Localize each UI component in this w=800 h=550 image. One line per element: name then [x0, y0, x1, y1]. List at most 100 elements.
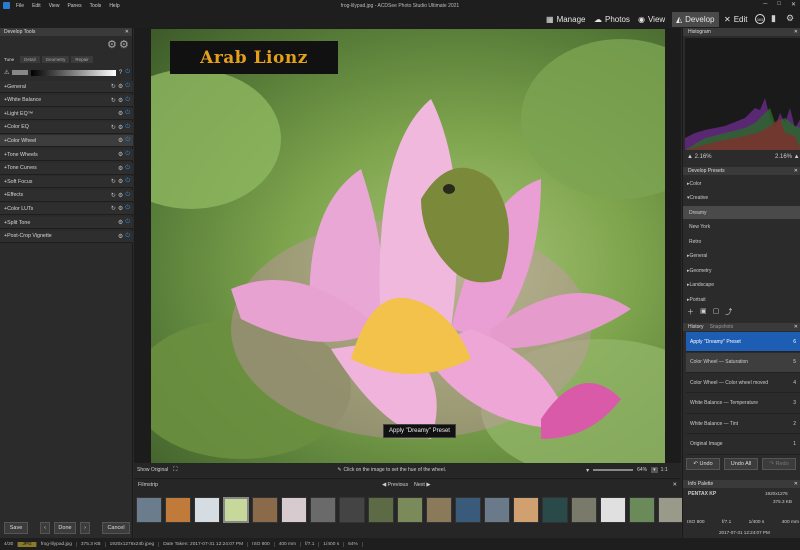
filmstrip-thumbnail[interactable]: [339, 497, 365, 523]
power-icon[interactable]: ⏻: [125, 124, 130, 131]
expand-icon[interactable]: ⛶: [173, 467, 177, 474]
tool-post-crop-vignette[interactable]: + Post-Crop Vignette ⚙ ⏻: [0, 230, 133, 243]
filmstrip-thumbnail[interactable]: [455, 497, 481, 523]
menu-tools[interactable]: Tools: [90, 3, 102, 9]
power-icon[interactable]: ⏻: [125, 165, 130, 172]
filmstrip-next[interactable]: Next ▶: [414, 482, 430, 488]
filmstrip-thumbnail[interactable]: [310, 497, 336, 523]
tool-color-eq[interactable]: + Color EQ ↻ ⚙ ⏻: [0, 121, 133, 134]
power-icon[interactable]: ⏻: [125, 233, 130, 240]
power-icon[interactable]: ⏻: [125, 151, 130, 158]
filmstrip-thumbnail[interactable]: [223, 497, 249, 523]
zoom-slider[interactable]: [593, 469, 634, 471]
settings-icon[interactable]: ⚙: [786, 13, 794, 24]
tab-tune[interactable]: Tune: [0, 56, 18, 63]
reset-icon[interactable]: ↻: [111, 124, 116, 131]
done-button[interactable]: Done: [54, 522, 76, 534]
history-item[interactable]: White Balance — Tint 2: [686, 414, 800, 434]
power-icon[interactable]: ⏻: [125, 178, 130, 185]
menu-edit[interactable]: Edit: [32, 3, 41, 9]
tool-light-eq[interactable]: + Light EQ™ ⚙ ⏻: [0, 108, 133, 121]
filmstrip-thumbnail[interactable]: [542, 497, 568, 523]
filmstrip-thumbnail[interactable]: [658, 497, 684, 523]
prev-image-button[interactable]: ‹: [40, 522, 50, 534]
gear-icon[interactable]: ⚙: [118, 178, 123, 185]
gear-icon[interactable]: ⚙: [118, 110, 123, 117]
preset-general[interactable]: ▸ General: [683, 250, 800, 263]
photo[interactable]: Arab Lionz Apply "Dreamy" Preset: [151, 29, 665, 463]
tool-effects[interactable]: + Effects ↻ ⚙ ⏻: [0, 189, 133, 202]
redo-button[interactable]: ↷ Redo: [762, 458, 796, 470]
gear-icon[interactable]: ⚙: [118, 205, 123, 212]
filmstrip-thumbnail[interactable]: [426, 497, 452, 523]
gear-icon[interactable]: ⚙: [118, 233, 123, 240]
settings-gear-icon[interactable]: ⚙: [107, 38, 117, 51]
power-icon[interactable]: ⏻: [125, 137, 130, 144]
power-icon[interactable]: ⏻: [125, 192, 130, 199]
filmstrip-thumbnail[interactable]: [252, 497, 278, 523]
minimize-icon[interactable]: ─: [763, 1, 767, 8]
filmstrip-thumbnail[interactable]: [165, 497, 191, 523]
reset-icon[interactable]: ↻: [111, 83, 116, 90]
preset-color[interactable]: ▸ Color: [683, 177, 800, 190]
tool-color-luts[interactable]: + Color LUTs ↻ ⚙ ⏻: [0, 203, 133, 216]
mode-view[interactable]: ◉ View: [634, 12, 669, 27]
history-item[interactable]: White Balance — Temperature 3: [686, 394, 800, 414]
close-icon[interactable]: ✕: [791, 1, 796, 8]
tool-color-wheel[interactable]: + Color Wheel ⚙ ⏻: [0, 135, 133, 148]
slider-icon[interactable]: [12, 70, 29, 75]
menu-view[interactable]: View: [49, 3, 60, 9]
gear-icon[interactable]: ⚙: [118, 219, 123, 226]
tab-snapshots[interactable]: Snapshots: [710, 324, 734, 330]
delete-preset-icon[interactable]: ▢: [713, 307, 720, 317]
presets-close-icon[interactable]: ✕: [794, 168, 798, 174]
preset-new-york[interactable]: New York: [683, 221, 800, 234]
reset-icon[interactable]: ↻: [111, 178, 116, 185]
history-close-icon[interactable]: ✕: [794, 324, 798, 330]
cancel-button[interactable]: Cancel: [102, 522, 130, 534]
tool-general[interactable]: + General ↻ ⚙ ⏻: [0, 81, 133, 93]
mode-develop[interactable]: ◭ Develop: [672, 12, 719, 27]
power-icon[interactable]: ⏻: [125, 205, 130, 212]
preset-portrait[interactable]: ▸ Portrait: [683, 293, 800, 306]
filmstrip-thumbnail[interactable]: [629, 497, 655, 523]
histogram-close-icon[interactable]: ✕: [794, 29, 798, 35]
zoom-level[interactable]: 64%: [637, 467, 647, 473]
add-preset-icon[interactable]: ＋: [687, 307, 694, 317]
filmstrip-thumbnail[interactable]: [600, 497, 626, 523]
tab-repair[interactable]: Repair: [71, 56, 93, 63]
preset-geometry[interactable]: ▸ Geometry: [683, 264, 800, 277]
gear-icon[interactable]: ⚙: [118, 83, 123, 90]
menu-file[interactable]: File: [16, 3, 24, 9]
undo-all-button[interactable]: Undo All: [724, 458, 758, 470]
preset-landscape[interactable]: ▸ Landscape: [683, 279, 800, 292]
menu-panes[interactable]: Panes: [67, 3, 81, 9]
ratio-button[interactable]: 1:1: [661, 467, 668, 473]
sixty-five-icon[interactable]: 365: [755, 14, 765, 24]
tab-geometry[interactable]: Geometry: [41, 56, 70, 63]
image-viewer[interactable]: Arab Lionz Apply "Dreamy" Preset: [134, 28, 681, 463]
next-image-button[interactable]: ›: [80, 522, 90, 534]
gear-icon[interactable]: ⚙: [118, 137, 123, 144]
filmstrip-close-icon[interactable]: ✕: [673, 482, 677, 488]
warning-icon[interactable]: ⚠: [4, 69, 9, 76]
history-item[interactable]: Color Wheel — Color wheel moved 4: [686, 373, 800, 393]
tool-white-balance[interactable]: + White Balance ↻ ⚙ ⏻: [0, 94, 133, 107]
save-button[interactable]: Save: [4, 522, 28, 534]
tool-soft-focus[interactable]: + Soft Focus ↻ ⚙ ⏻: [0, 176, 133, 189]
zoom-dropdown-icon[interactable]: ▾: [651, 467, 658, 473]
filmstrip-prev[interactable]: ◀ Previous: [382, 482, 408, 488]
tab-detail[interactable]: Detail: [20, 56, 40, 63]
tool-tone-wheels[interactable]: + Tone Wheels ⚙ ⏻: [0, 149, 133, 161]
zoom-down-icon[interactable]: ▾: [586, 467, 589, 474]
gear-icon[interactable]: ⚙: [118, 192, 123, 199]
filmstrip-thumbnail[interactable]: [368, 497, 394, 523]
filmstrip-thumbnail[interactable]: [281, 497, 307, 523]
presets-gear-icon[interactable]: ⚙: [119, 38, 129, 51]
gear-icon[interactable]: ⚙: [118, 97, 123, 104]
power-icon[interactable]: ⏻: [125, 219, 130, 226]
info-close-icon[interactable]: ✕: [794, 481, 798, 487]
reset-icon[interactable]: ↻: [111, 205, 116, 212]
filmstrip-thumbnail[interactable]: [136, 497, 162, 523]
tool-tone-curves[interactable]: + Tone Curves ⚙ ⏻: [0, 162, 133, 175]
